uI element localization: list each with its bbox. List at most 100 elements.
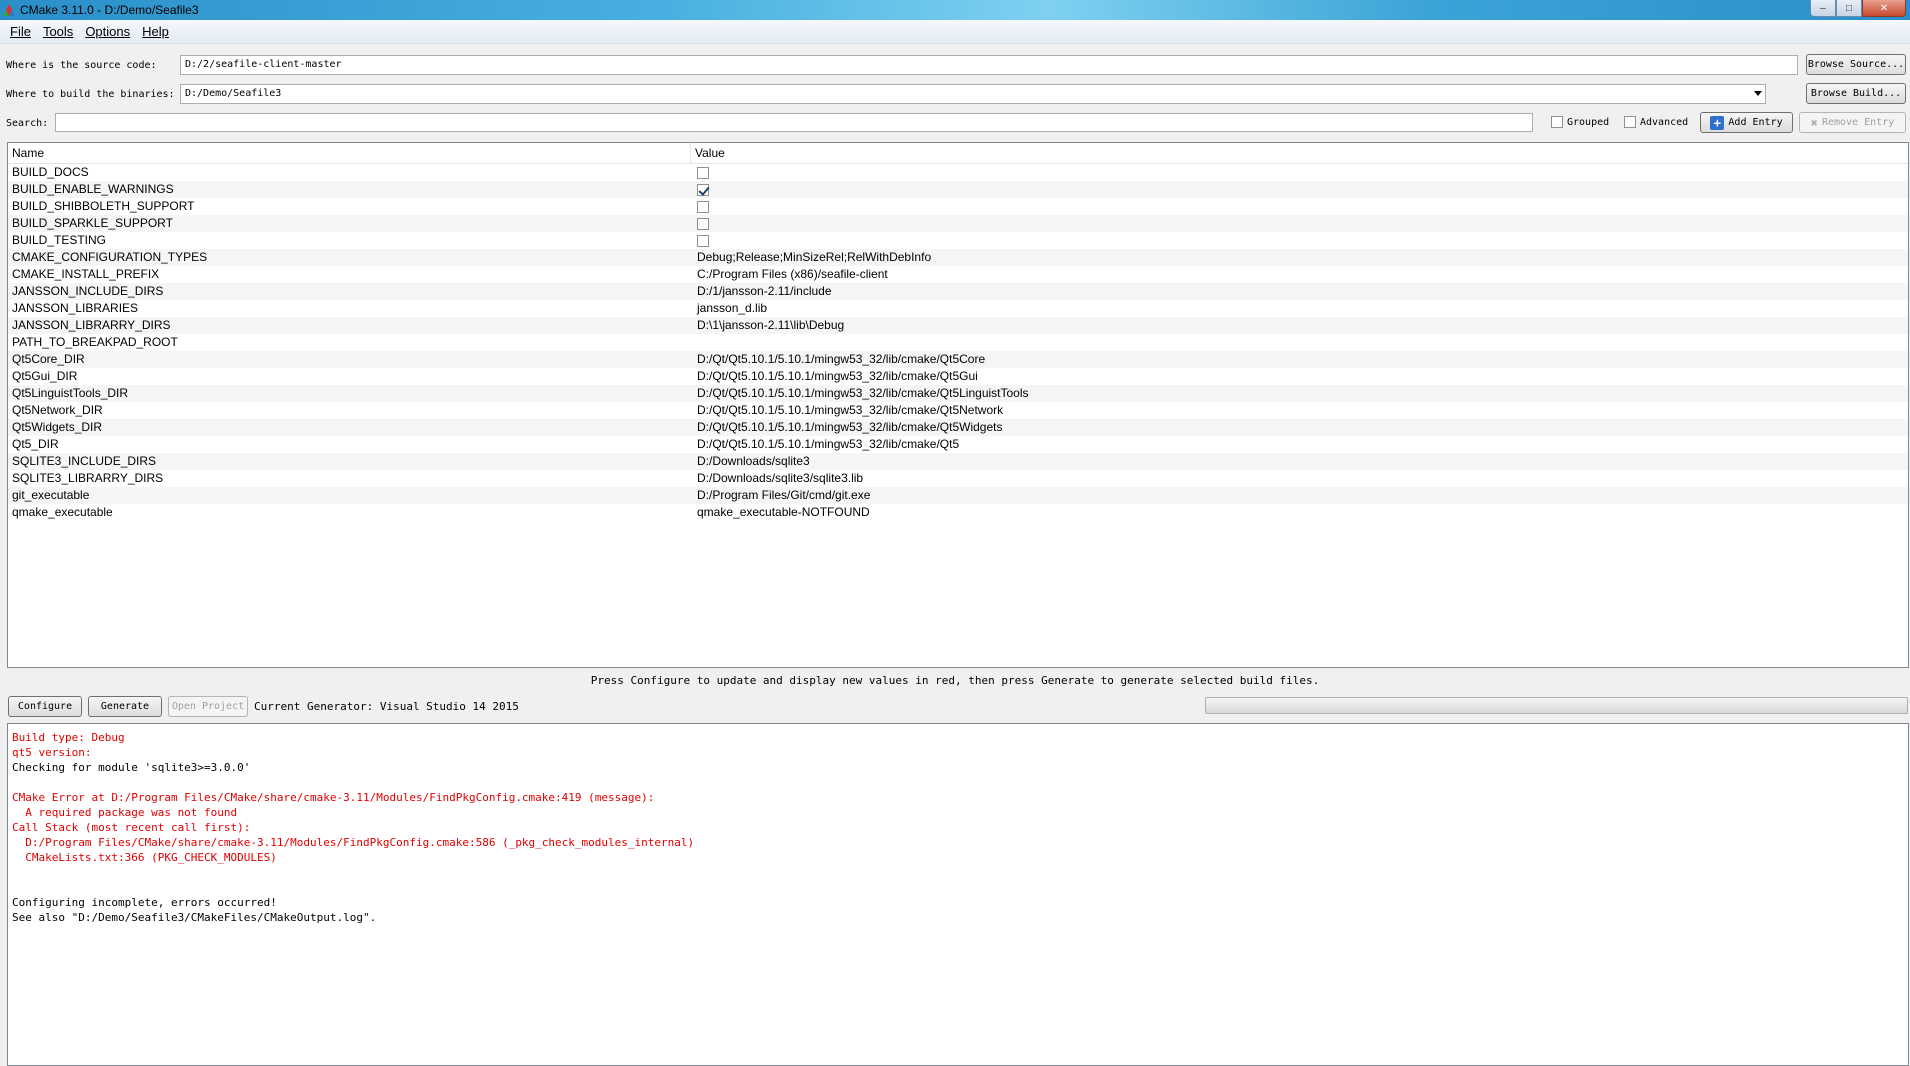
table-row[interactable]: Qt5Network_DIR D:/Qt/Qt5.10.1/5.10.1/ming… — [8, 402, 1908, 419]
column-header-value[interactable]: Value — [691, 143, 725, 163]
table-row[interactable]: Qt5Core_DIR D:/Qt/Qt5.10.1/5.10.1/mingw53… — [8, 351, 1908, 368]
table-row[interactable]: Qt5Gui_DIR D:/Qt/Qt5.10.1/5.10.1/mingw53_… — [8, 368, 1908, 385]
cache-entry-value[interactable]: D:/1/jansson-2.11/include — [691, 283, 1908, 300]
table-row[interactable]: JANSSON_INCLUDE_DIRS D:/1/jansson-2.11/in… — [8, 283, 1908, 300]
cache-entry-value[interactable]: D:/Program Files/Git/cmd/git.exe — [691, 487, 1908, 504]
window-controls: – □ ✕ — [1810, 0, 1906, 17]
cache-entry-value[interactable]: qmake_executable-NOTFOUND — [691, 504, 1908, 521]
cache-entry-name: git_executable — [12, 488, 90, 502]
cache-entry-checkbox[interactable] — [697, 166, 709, 179]
cache-entry-name: JANSSON_INCLUDE_DIRS — [12, 284, 164, 298]
table-row[interactable]: CMAKE_CONFIGURATION_TYPES Debug;Release;M… — [8, 249, 1908, 266]
build-path-combobox[interactable]: D:/Demo/Seafile3 — [180, 84, 1766, 104]
add-entry-button[interactable]: + Add Entry — [1700, 112, 1793, 133]
grouped-option[interactable]: Grouped — [1551, 116, 1609, 128]
table-body: BUILD_DOCS BUILD_ENABLE_WARNINGS BUILD_SHI… — [8, 164, 1908, 521]
table-row[interactable]: BUILD_TESTING — [8, 232, 1908, 249]
cache-entry-value[interactable] — [691, 164, 1908, 181]
advanced-checkbox[interactable] — [1624, 116, 1636, 128]
cache-entry-value[interactable] — [691, 215, 1908, 232]
remove-entry-button[interactable]: ✖ Remove Entry — [1799, 112, 1906, 133]
menu-help[interactable]: Help — [136, 21, 175, 43]
cache-entry-value[interactable]: D:/Qt/Qt5.10.1/5.10.1/mingw53_32/lib/cma… — [691, 402, 1908, 419]
configure-button[interactable]: Configure — [8, 696, 82, 717]
close-button[interactable]: ✕ — [1862, 0, 1906, 17]
search-input[interactable] — [55, 113, 1533, 132]
menu-bar: File Tools Options Help — [0, 20, 1910, 44]
chevron-down-icon[interactable] — [1754, 91, 1762, 96]
cache-entry-value[interactable]: D:/Downloads/sqlite3/sqlite3.lib — [691, 470, 1908, 487]
table-row[interactable]: Qt5_DIR D:/Qt/Qt5.10.1/5.10.1/mingw53_32/… — [8, 436, 1908, 453]
cache-entry-value[interactable]: jansson_d.lib — [691, 300, 1908, 317]
output-line: A required package was not found — [12, 806, 238, 819]
table-row[interactable]: SQLITE3_LIBRARRY_DIRS D:/Downloads/sqlite… — [8, 470, 1908, 487]
table-row[interactable]: BUILD_SPARKLE_SUPPORT — [8, 215, 1908, 232]
cache-entry-value[interactable]: D:/Qt/Qt5.10.1/5.10.1/mingw53_32/lib/cma… — [691, 436, 1908, 453]
output-log[interactable]: Build type: Debug qt5 version: Checking fo… — [7, 723, 1909, 1066]
menu-tools[interactable]: Tools — [37, 21, 79, 43]
source-label: Where is the source code: — [6, 60, 157, 71]
table-row[interactable]: BUILD_DOCS — [8, 164, 1908, 181]
table-row[interactable]: CMAKE_INSTALL_PREFIX C:/Program Files (x8… — [8, 266, 1908, 283]
cache-entry-value[interactable]: D:\1\jansson-2.11\lib\Debug — [691, 317, 1908, 334]
cache-entry-checkbox[interactable] — [697, 217, 709, 230]
table-row[interactable]: JANSSON_LIBRARIES jansson_d.lib — [8, 300, 1908, 317]
output-line: Checking for module 'sqlite3>=3.0.0' — [12, 761, 251, 774]
cache-entry-checkbox[interactable] — [697, 200, 709, 213]
table-row[interactable]: Qt5Widgets_DIR D:/Qt/Qt5.10.1/5.10.1/ming… — [8, 419, 1908, 436]
menu-options-label: Options — [85, 23, 131, 39]
cache-entry-value[interactable] — [691, 198, 1908, 215]
cache-entry-value[interactable]: D:/Downloads/sqlite3 — [691, 453, 1908, 470]
cache-entry-value[interactable]: D:/Qt/Qt5.10.1/5.10.1/mingw53_32/lib/cma… — [691, 385, 1908, 402]
cache-entry-name: Qt5Widgets_DIR — [12, 420, 103, 434]
output-line: See also "D:/Demo/Seafile3/CMakeFiles/CM… — [12, 911, 377, 924]
cache-entry-name: Qt5Network_DIR — [12, 403, 103, 417]
table-row[interactable]: SQLITE3_INCLUDE_DIRS D:/Downloads/sqlite3 — [8, 453, 1908, 470]
advanced-label: Advanced — [1640, 116, 1689, 128]
table-row[interactable]: Qt5LinguistTools_DIR D:/Qt/Qt5.10.1/5.10.… — [8, 385, 1908, 402]
cache-entry-value[interactable]: C:/Program Files (x86)/seafile-client — [691, 266, 1908, 283]
build-label: Where to build the binaries: — [6, 89, 175, 100]
table-row[interactable]: JANSSON_LIBRARRY_DIRS D:\1\jansson-2.11\l… — [8, 317, 1908, 334]
cache-entry-value[interactable]: Debug;Release;MinSizeRel;RelWithDebInfo — [691, 249, 1908, 266]
cache-entry-name: BUILD_TESTING — [12, 233, 107, 247]
cache-entry-name: JANSSON_LIBRARRY_DIRS — [12, 318, 171, 332]
browse-source-button[interactable]: Browse Source... — [1806, 54, 1906, 75]
menu-options[interactable]: Options — [79, 21, 136, 43]
table-row[interactable]: BUILD_ENABLE_WARNINGS — [8, 181, 1908, 198]
cache-entry-name: BUILD_SHIBBOLETH_SUPPORT — [12, 199, 195, 213]
cache-entry-value[interactable]: D:/Qt/Qt5.10.1/5.10.1/mingw53_32/lib/cma… — [691, 419, 1908, 436]
generate-button[interactable]: Generate — [88, 696, 162, 717]
remove-x-icon: ✖ — [1810, 115, 1818, 130]
output-line: CMakeLists.txt:366 (PKG_CHECK_MODULES) — [12, 851, 277, 864]
cache-entry-value[interactable] — [691, 232, 1908, 249]
cache-entry-checkbox[interactable] — [697, 183, 709, 196]
output-line: Build type: Debug — [12, 731, 125, 744]
cache-entry-value[interactable] — [691, 334, 1908, 351]
column-header-name[interactable]: Name — [8, 143, 691, 163]
output-line: qt5 version: — [12, 746, 92, 759]
source-path-input[interactable]: D:/2/seafile-client-master — [180, 55, 1798, 75]
grouped-checkbox[interactable] — [1551, 116, 1563, 128]
cache-entry-value[interactable]: D:/Qt/Qt5.10.1/5.10.1/mingw53_32/lib/cma… — [691, 351, 1908, 368]
table-row[interactable]: PATH_TO_BREAKPAD_ROOT — [8, 334, 1908, 351]
table-row[interactable]: BUILD_SHIBBOLETH_SUPPORT — [8, 198, 1908, 215]
cache-entry-value[interactable]: D:/Qt/Qt5.10.1/5.10.1/mingw53_32/lib/cma… — [691, 368, 1908, 385]
window-title: CMake 3.11.0 - D:/Demo/Seafile3 — [20, 3, 199, 17]
plus-icon: + — [1710, 115, 1725, 130]
advanced-option[interactable]: Advanced — [1624, 116, 1688, 128]
build-path-value: D:/Demo/Seafile3 — [185, 88, 282, 99]
cache-entry-name: BUILD_SPARKLE_SUPPORT — [12, 216, 173, 230]
maximize-button[interactable]: □ — [1836, 0, 1862, 17]
browse-build-button[interactable]: Browse Build... — [1806, 83, 1906, 104]
table-row[interactable]: qmake_executable qmake_executable-NOTFOUN… — [8, 504, 1908, 521]
cache-entry-name: SQLITE3_INCLUDE_DIRS — [12, 454, 157, 468]
open-project-button[interactable]: Open Project — [168, 696, 248, 717]
table-row[interactable]: git_executable D:/Program Files/Git/cmd/g… — [8, 487, 1908, 504]
menu-file[interactable]: File — [4, 21, 37, 43]
cache-entry-checkbox[interactable] — [697, 234, 709, 247]
cache-entry-value[interactable] — [691, 181, 1908, 198]
menu-tools-label: Tools — [42, 23, 74, 39]
minimize-button[interactable]: – — [1810, 0, 1836, 17]
